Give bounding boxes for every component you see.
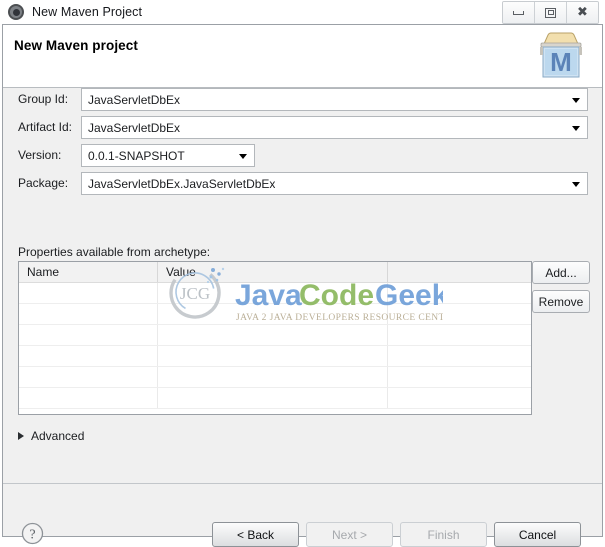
column-header-name[interactable]: Name [19,262,158,282]
chevron-right-icon [18,432,24,440]
svg-text:M: M [550,47,572,77]
form-area: Group Id: JavaServletDbEx Artifact Id: J… [3,88,602,478]
title-bar: New Maven Project ✖ [0,0,605,24]
table-row[interactable] [19,325,531,346]
maven-project-icon: M [540,32,582,78]
properties-label: Properties available from archetype: [18,245,211,259]
table-row[interactable] [19,283,531,304]
restore-button[interactable] [535,2,567,23]
back-button[interactable]: < Back [212,522,299,547]
help-icon[interactable]: ? [21,522,44,545]
version-label: Version: [18,148,62,162]
package-combo[interactable]: JavaServletDbEx.JavaServletDbEx [81,172,588,195]
version-value: 0.0.1-SNAPSHOT [88,148,185,163]
svg-text:?: ? [29,528,35,543]
cancel-button[interactable]: Cancel [494,522,581,547]
chevron-down-icon[interactable] [572,97,580,103]
advanced-section-toggle[interactable]: Advanced [18,428,84,444]
table-header-row: Name Value [19,262,531,283]
close-icon: ✖ [577,5,588,20]
table-row[interactable] [19,304,531,325]
chevron-down-icon[interactable] [572,181,580,187]
next-button: Next > [306,522,393,547]
minimize-button[interactable] [503,2,535,23]
window-controls: ✖ [502,1,599,24]
minimize-icon [513,10,524,15]
window-title: New Maven Project [32,5,143,19]
advanced-label: Advanced [31,429,85,443]
group-id-combo[interactable]: JavaServletDbEx [81,88,588,111]
group-id-value: JavaServletDbEx [88,92,181,107]
artifact-id-value: JavaServletDbEx [88,120,181,135]
footer-bar: ? < Back Next > Finish Cancel [3,484,602,547]
table-row[interactable] [19,346,531,367]
add-property-button[interactable]: Add... [532,261,590,284]
column-header-filler [388,262,531,282]
chevron-down-icon[interactable] [572,125,580,131]
page-title: New Maven project [14,38,138,53]
package-value: JavaServletDbEx.JavaServletDbEx [88,176,276,191]
new-maven-project-window: New Maven Project ✖ New Maven project M … [0,0,605,547]
wizard-banner: New Maven project M [3,25,602,88]
artifact-id-label: Artifact Id: [18,120,73,134]
close-button[interactable]: ✖ [567,2,598,23]
properties-table[interactable]: Name Value [18,261,532,415]
chevron-down-icon[interactable] [239,153,247,159]
finish-button: Finish [400,522,487,547]
package-label: Package: [18,176,69,190]
artifact-id-combo[interactable]: JavaServletDbEx [81,116,588,139]
table-row[interactable] [19,388,531,409]
table-body [19,283,531,414]
remove-property-button[interactable]: Remove [532,290,590,313]
restore-icon [545,7,556,18]
dialog-body: New Maven project M Group Id: JavaServle… [2,24,603,547]
group-id-label: Group Id: [18,92,69,106]
gear-icon [8,4,24,20]
version-combo[interactable]: 0.0.1-SNAPSHOT [81,144,255,167]
column-header-value[interactable]: Value [158,262,388,282]
table-row[interactable] [19,367,531,388]
